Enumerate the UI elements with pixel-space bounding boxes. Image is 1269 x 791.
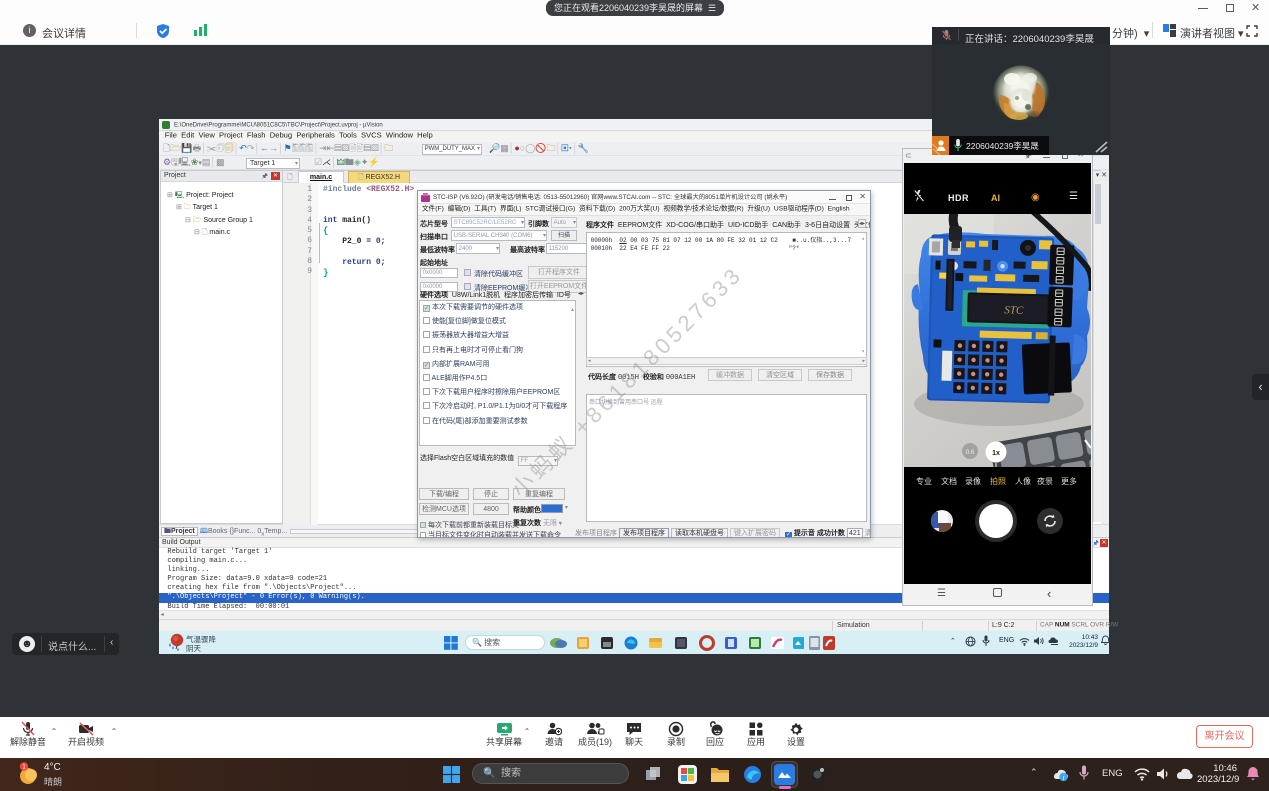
svg-text:0.6: 0.6 [966, 450, 975, 456]
svg-text:STC: STC [1004, 304, 1024, 317]
svg-text:1x: 1x [992, 450, 1000, 457]
